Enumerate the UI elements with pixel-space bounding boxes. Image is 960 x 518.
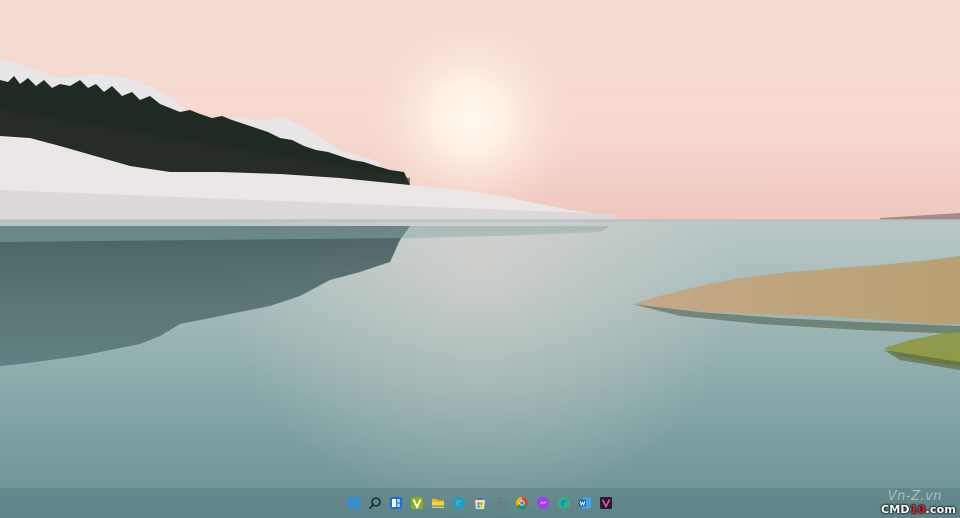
settings-button[interactable] (493, 495, 510, 512)
taskbar (0, 488, 960, 518)
file-explorer-icon (431, 496, 445, 510)
widgets-icon (389, 496, 403, 510)
start-icon (347, 496, 361, 510)
desktop: Vn-Z.vn CMD10.com (0, 0, 960, 518)
edge-button[interactable] (451, 495, 468, 512)
vegas-icon (599, 496, 613, 510)
v-app-icon (410, 496, 424, 510)
start-button[interactable] (346, 495, 363, 512)
search-button[interactable] (367, 495, 384, 512)
edge-beta-icon (557, 496, 571, 510)
watermark-brand: CMD10.com (881, 503, 956, 516)
edge-icon (452, 496, 466, 510)
messenger-icon (536, 496, 550, 510)
chrome-button[interactable] (514, 495, 531, 512)
watermark-brand-number: 10 (909, 503, 926, 516)
v-app-button[interactable] (409, 495, 426, 512)
store-icon (473, 496, 487, 510)
taskbar-icons (346, 495, 615, 512)
edge-beta-button[interactable] (556, 495, 573, 512)
watermark-site: Vn-Z.vn (887, 489, 942, 504)
word-button[interactable] (577, 495, 594, 512)
messenger-button[interactable] (535, 495, 552, 512)
chrome-icon (515, 496, 529, 510)
search-icon (368, 496, 382, 510)
desktop-wallpaper (0, 0, 960, 518)
watermark-brand-suffix: .com (925, 503, 956, 516)
widgets-button[interactable] (388, 495, 405, 512)
file-explorer-button[interactable] (430, 495, 447, 512)
vegas-button[interactable] (598, 495, 615, 512)
watermark-brand-prefix: CMD (881, 503, 910, 516)
settings-icon (494, 496, 508, 510)
store-button[interactable] (472, 495, 489, 512)
word-icon (578, 496, 592, 510)
